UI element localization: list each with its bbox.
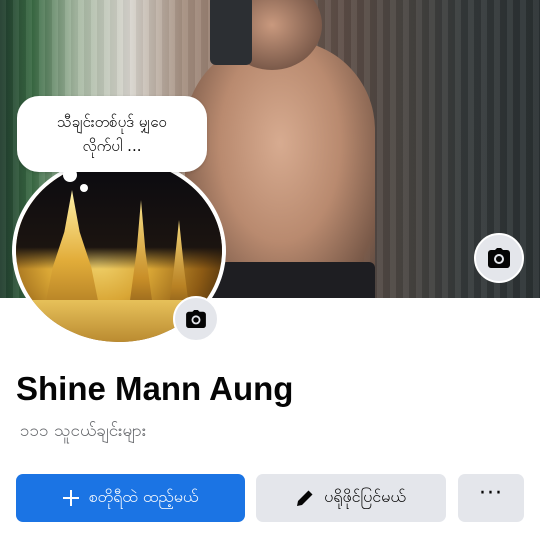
add-to-story-label: စတိုရီထဲ ထည့်မယ်	[88, 487, 199, 506]
cover-camera-button[interactable]	[474, 233, 524, 283]
profile-camera-button[interactable]	[173, 296, 219, 342]
add-to-story-button[interactable]: စတိုရီထဲ ထည့်မယ်	[16, 474, 245, 522]
more-dots-icon: ···	[479, 481, 503, 506]
camera-icon	[488, 248, 510, 268]
cover-photo-pants	[205, 262, 375, 298]
cover-photo-phone	[210, 0, 252, 65]
pencil-icon	[296, 489, 314, 507]
profile-picture-sky	[16, 160, 222, 270]
note-bubble-line2: လိုက်ပါ ...	[82, 137, 142, 155]
profile-name: Shine Mann Aung	[16, 370, 294, 407]
friends-count[interactable]: ၁၁၁ သူငယ်ချင်းများ	[20, 420, 146, 445]
camera-icon	[186, 310, 206, 328]
edit-profile-button[interactable]: ပရိုဖိုင်ပြင်မယ်	[256, 474, 446, 522]
note-bubble-line1: သီချင်းတစ်ပုဒ် မျှဝေ	[57, 113, 167, 131]
note-bubble-tail	[63, 168, 77, 182]
more-options-button[interactable]: ···	[458, 474, 524, 522]
note-bubble-tail-small	[80, 184, 88, 192]
edit-profile-label: ပရိုဖိုင်ပြင်မယ်	[324, 487, 406, 506]
plus-icon	[62, 490, 79, 506]
note-bubble[interactable]: သီချင်းတစ်ပုဒ် မျှဝေ လိုက်ပါ ...	[17, 96, 207, 172]
